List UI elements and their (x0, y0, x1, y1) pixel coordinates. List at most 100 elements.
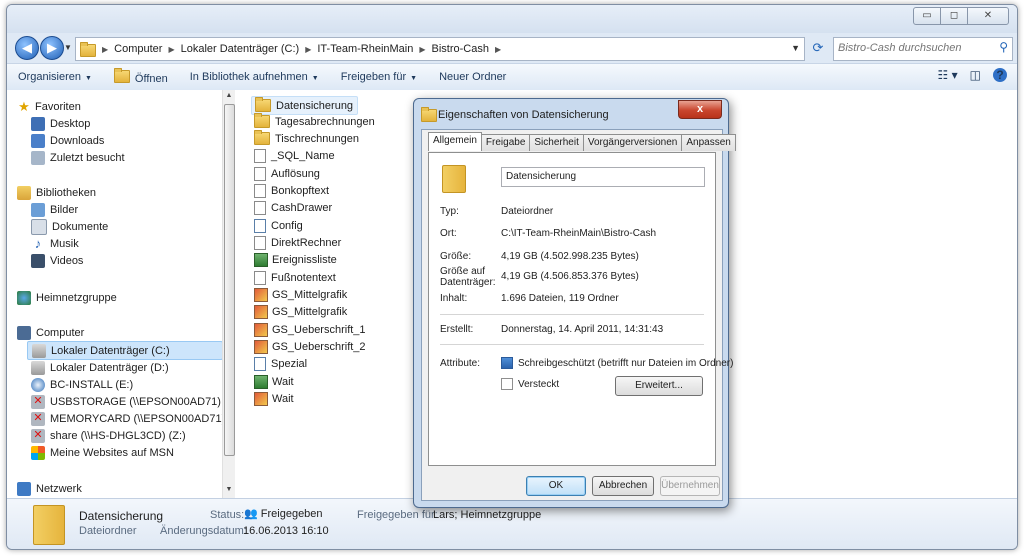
nav-videos[interactable]: Videos (31, 252, 83, 269)
nav-documents[interactable]: Dokumente (31, 218, 108, 235)
breadcrumb-separator[interactable]: ▶ (168, 45, 174, 54)
list-item[interactable]: Ereignissliste (251, 251, 337, 268)
nav-drive-e[interactable]: BC-INSTALL (E:) (31, 376, 133, 393)
breadcrumb-separator[interactable]: ▶ (419, 45, 425, 54)
nav-label: share (\\HS-DHGL3CD) (Z:) (50, 429, 186, 442)
maximize-button[interactable]: ◻ (940, 7, 968, 25)
folder-icon (33, 505, 65, 545)
refresh-icon[interactable]: ⟳ (807, 37, 829, 59)
nav-desktop[interactable]: Desktop (31, 115, 90, 132)
breadcrumb-computer[interactable]: Computer (114, 43, 162, 55)
chevron-down-icon: ▼ (410, 75, 418, 82)
scroll-down-icon[interactable]: ▼ (223, 486, 235, 493)
advanced-button[interactable]: Erweitert... (615, 376, 703, 396)
minimize-button[interactable]: ▭ (913, 7, 941, 25)
scroll-up-icon[interactable]: ▲ (223, 92, 235, 99)
nav-favorites[interactable]: ★ Favoriten (17, 98, 81, 115)
organize-button[interactable]: Organisieren ▼ (7, 71, 103, 83)
nav-computer[interactable]: Computer (17, 324, 84, 341)
breadcrumb-drive-c[interactable]: Lokaler Datenträger (C:) (181, 43, 300, 55)
recent-pages-dropdown[interactable]: ▼ (64, 43, 72, 52)
nav-downloads[interactable]: Downloads (31, 132, 104, 149)
list-item[interactable]: CashDrawer (251, 199, 332, 216)
preview-pane-icon[interactable]: ◫ (970, 68, 981, 82)
breadcrumb-it-team[interactable]: IT-Team-RheinMain (317, 43, 413, 55)
address-bar[interactable]: ▶ Computer ▶ Lokaler Datenträger (C:) ▶ … (75, 37, 805, 61)
readonly-checkbox[interactable]: Schreibgeschützt (betrifft nur Dateien i… (501, 357, 733, 369)
dialog-close-button[interactable]: x (678, 100, 722, 119)
checkbox-indeterminate[interactable] (501, 357, 513, 369)
nav-network[interactable]: Netzwerk (17, 480, 82, 497)
ok-button[interactable]: OK (526, 476, 586, 496)
nav-label: Zuletzt besucht (50, 151, 125, 164)
list-item[interactable]: Auflösung (251, 165, 320, 182)
list-item[interactable]: Config (251, 217, 303, 234)
breadcrumb-separator[interactable]: ▶ (305, 45, 311, 54)
file-name: Ereignissliste (272, 253, 337, 266)
forward-button[interactable]: ▶ (40, 36, 64, 60)
folder-icon (254, 130, 270, 145)
search-icon[interactable]: ⚲ (999, 40, 1008, 54)
share-with-button[interactable]: Freigeben für ▼ (330, 71, 428, 83)
nav-drive-d[interactable]: Lokaler Datenträger (D:) (31, 359, 169, 376)
tab-sharing[interactable]: Freigabe (480, 134, 531, 151)
tab-security[interactable]: Sicherheit (529, 134, 584, 151)
tab-general[interactable]: Allgemein (428, 132, 482, 151)
address-row: ◀ ▶ ▼ ▶ Computer ▶ Lokaler Datenträger (… (7, 33, 1017, 63)
view-options-icon[interactable]: ☷ ▾ (938, 68, 958, 82)
documents-icon (31, 218, 47, 235)
tab-customize[interactable]: Anpassen (681, 134, 736, 151)
list-item[interactable]: Bonkopftext (251, 182, 329, 199)
nav-msn-websites[interactable]: Meine Websites auf MSN (31, 444, 174, 461)
scroll-thumb[interactable] (224, 104, 235, 456)
caption-buttons: ▭ ◻ ✕ (913, 7, 1009, 25)
checkbox-unchecked[interactable] (501, 378, 513, 390)
tab-previous-versions[interactable]: Vorgängerversionen (582, 134, 683, 151)
hidden-checkbox[interactable]: Versteckt (501, 378, 559, 390)
nav-scrollbar[interactable]: ▲ ▼ (222, 90, 235, 498)
list-item[interactable]: Wait (251, 373, 294, 390)
general-tab-page: Typ: Dateiordner Ort: C:\IT-Team-RheinMa… (428, 152, 733, 466)
back-button[interactable]: ◀ (15, 36, 39, 60)
nav-label: Musik (50, 237, 79, 250)
list-item[interactable]: Wait (251, 390, 294, 407)
list-item[interactable]: _SQL_Name (251, 147, 335, 164)
list-item[interactable]: GS_Mittelgrafik (251, 286, 347, 303)
include-in-library-button[interactable]: In Bibliothek aufnehmen ▼ (179, 71, 330, 83)
new-folder-button[interactable]: Neuer Ordner (428, 71, 517, 83)
nav-drive-y[interactable]: ✕ MEMORYCARD (\\EPSON00AD71) (Y: (31, 410, 242, 427)
open-button[interactable]: Öffnen (103, 67, 179, 85)
list-item[interactable]: Tischrechnungen (251, 130, 359, 147)
list-item[interactable]: DirektRechner (251, 234, 341, 251)
apply-button[interactable]: Übernehmen (660, 476, 720, 496)
nav-pictures[interactable]: Bilder (31, 201, 78, 218)
msn-icon (31, 445, 45, 460)
list-item[interactable]: GS_Ueberschrift_2 (251, 338, 366, 355)
list-item[interactable]: Tagesabrechnungen (251, 113, 375, 130)
dialog-body: Allgemein Freigabe Sicherheit Vorgängerv… (421, 129, 736, 501)
divider (440, 344, 704, 345)
nav-drive-x[interactable]: ✕ USBSTORAGE (\\EPSON00AD71) (X:) (31, 393, 242, 410)
nav-libraries[interactable]: Bibliotheken (17, 184, 96, 201)
list-item[interactable]: GS_Ueberschrift_1 (251, 321, 366, 338)
nav-music[interactable]: ♪ Musik (31, 235, 79, 252)
list-item[interactable]: GS_Mittelgrafik (251, 303, 347, 320)
cancel-button[interactable]: Abbrechen (592, 476, 654, 496)
config-file-icon (254, 218, 266, 233)
command-bar: Organisieren ▼ Öffnen In Bibliothek aufne… (7, 63, 1017, 91)
image-file-icon (254, 391, 268, 406)
help-icon[interactable]: ? (993, 68, 1007, 82)
nav-recent[interactable]: Zuletzt besucht (31, 149, 125, 166)
list-item[interactable]: Spezial (251, 355, 307, 372)
breadcrumb-separator[interactable]: ▶ (495, 45, 501, 54)
nav-drive-c[interactable]: Lokaler Datenträger (C:) (27, 341, 223, 360)
address-dropdown-icon[interactable]: ▼ (791, 43, 800, 53)
file-name: Auflösung (271, 167, 320, 180)
list-item[interactable]: Fußnotentext (251, 269, 336, 286)
close-button[interactable]: ✕ (967, 7, 1009, 25)
search-input[interactable] (834, 38, 992, 58)
folder-name-input[interactable] (502, 168, 706, 184)
breadcrumb-bistro-cash[interactable]: Bistro-Cash (432, 43, 489, 55)
nav-homegroup[interactable]: Heimnetzgruppe (17, 289, 117, 306)
nav-drive-z[interactable]: ✕ share (\\HS-DHGL3CD) (Z:) (31, 427, 186, 444)
